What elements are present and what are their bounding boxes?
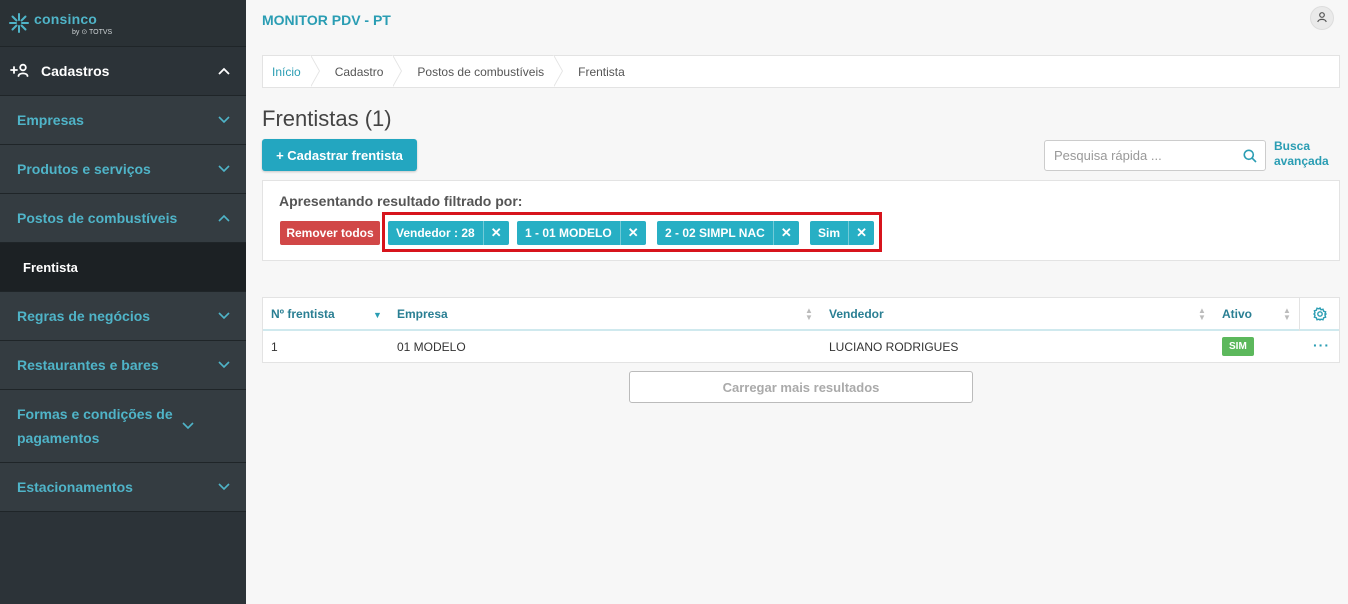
chevron-down-icon [182, 419, 194, 433]
sidebar-item-formas-pagamentos[interactable]: Formas e condições de pagamentos [0, 390, 246, 463]
app-title: MONITOR PDV - PT [262, 12, 391, 28]
filter-title: Apresentando resultado filtrado por: [279, 193, 523, 209]
sidebar-item-restaurantes-bares[interactable]: Restaurantes e bares [0, 341, 246, 390]
column-header-numero[interactable]: Nº frentista [271, 307, 335, 321]
cell-numero: 1 [271, 339, 278, 354]
sort-icon[interactable]: ▲ ▼ [805, 307, 813, 322]
sidebar-section-cadastros[interactable]: Cadastros [0, 47, 246, 96]
chevron-down-icon [218, 113, 230, 127]
advanced-search-link[interactable]: Busca avançada [1274, 139, 1334, 169]
sidebar-item-estacionamentos[interactable]: Estacionamentos [0, 463, 246, 512]
page-title: Frentistas (1) [262, 106, 392, 131]
cell-empresa: 01 MODELO [397, 339, 466, 354]
sidebar-section-label: Cadastros [41, 63, 110, 79]
sort-icon[interactable]: ▲ ▼ [1198, 307, 1206, 322]
sidebar-subitem-label: Frentista [23, 259, 78, 275]
quick-search [1044, 140, 1266, 171]
column-header-empresa[interactable]: Empresa [397, 307, 448, 321]
chevron-down-icon [218, 309, 230, 323]
sidebar-item-postos-combustiveis[interactable]: Postos de combustíveis [0, 194, 246, 243]
breadcrumb: Início Cadastro Postos de combustíveis F… [262, 55, 1340, 88]
close-icon[interactable]: ✕ [848, 221, 874, 245]
chevron-down-icon [218, 162, 230, 176]
filter-chip-empresa-2: 2 - 02 SIMPL NAC ✕ [657, 221, 799, 245]
search-input[interactable] [1054, 148, 1235, 163]
sidebar-item-empresas[interactable]: Empresas [0, 96, 246, 145]
close-icon[interactable]: ✕ [772, 221, 799, 245]
sort-icon[interactable]: ▲ ▼ [1283, 307, 1291, 322]
row-actions-button[interactable]: ··· [1313, 337, 1330, 353]
remove-all-filters-button[interactable]: Remover todos [280, 221, 380, 245]
chevron-up-icon [218, 211, 230, 225]
add-user-icon [10, 63, 34, 80]
close-icon[interactable]: ✕ [619, 221, 646, 245]
breadcrumb-separator [309, 55, 325, 88]
sort-desc-icon[interactable]: ▼ [373, 310, 382, 320]
main-content: MONITOR PDV - PT Início Cadastro Postos … [246, 0, 1348, 604]
table-row[interactable]: 1 01 MODELO LUCIANO RODRIGUES SIM ··· [263, 331, 1339, 362]
sidebar-item-label: Estacionamentos [17, 479, 133, 495]
chevron-down-icon [218, 358, 230, 372]
sidebar-item-label: Empresas [17, 112, 84, 128]
load-more-button[interactable]: Carregar mais resultados [629, 371, 973, 403]
filter-chip-label: 2 - 02 SIMPL NAC [665, 226, 765, 240]
breadcrumb-separator [392, 55, 407, 88]
status-badge: SIM [1222, 337, 1254, 356]
filter-panel: Apresentando resultado filtrado por: Rem… [262, 180, 1340, 261]
search-icon[interactable] [1235, 149, 1265, 163]
brand-logo[interactable]: consinco by ⊙ TOTVS [0, 0, 246, 47]
brand-name: consinco [34, 10, 98, 27]
sidebar-item-produtos-servicos[interactable]: Produtos e serviços [0, 145, 246, 194]
filter-chip-label: Sim [818, 226, 841, 240]
filter-chip-vendedor: Vendedor : 28 ✕ [388, 221, 509, 245]
brand-by: by ⊙ TOTVS [72, 28, 113, 36]
filter-chip-label: 1 - 01 MODELO [525, 226, 612, 240]
sidebar-subitem-frentista[interactable]: Frentista [0, 243, 246, 292]
column-header-ativo[interactable]: Ativo [1222, 307, 1252, 321]
sidebar: consinco by ⊙ TOTVS Cadastros Empresas P… [0, 0, 246, 604]
sidebar-item-regras-negocios[interactable]: Regras de negócios [0, 292, 246, 341]
gear-icon[interactable] [1313, 306, 1328, 324]
filter-chip-label: Vendedor : 28 [396, 226, 475, 240]
table-header: Nº frentista ▼ Empresa ▲ ▼ Vendedor ▲ ▼ At… [263, 298, 1339, 331]
results-table: Nº frentista ▼ Empresa ▲ ▼ Vendedor ▲ ▼ At… [262, 297, 1340, 363]
top-bar: MONITOR PDV - PT [246, 0, 1348, 40]
filter-chip-ativo: Sim ✕ [810, 221, 875, 245]
user-icon [1316, 11, 1328, 26]
breadcrumb-frentista: Frentista [578, 64, 625, 79]
breadcrumb-cadastro[interactable]: Cadastro [325, 55, 398, 88]
add-frentista-button[interactable]: + Cadastrar frentista [262, 139, 417, 171]
sidebar-item-label: Formas e condições de pagamentos [17, 406, 173, 446]
chevron-down-icon [218, 480, 230, 494]
breadcrumb-postos[interactable]: Postos de combustíveis [407, 55, 558, 88]
user-menu-button[interactable] [1310, 6, 1334, 30]
chevron-up-icon [218, 64, 230, 78]
sidebar-item-label: Postos de combustíveis [17, 210, 178, 226]
sidebar-item-label: Regras de negócios [17, 308, 151, 324]
sidebar-item-label: Produtos e serviços [17, 161, 151, 177]
filter-chip-empresa-1: 1 - 01 MODELO ✕ [517, 221, 646, 245]
sidebar-item-label: Restaurantes e bares [17, 357, 159, 373]
close-icon[interactable]: ✕ [482, 221, 509, 245]
breadcrumb-separator [553, 55, 568, 88]
column-header-vendedor[interactable]: Vendedor [829, 307, 884, 321]
consinco-logo-icon [8, 12, 30, 34]
column-divider [1299, 298, 1300, 331]
cell-vendedor: LUCIANO RODRIGUES [829, 339, 959, 354]
breadcrumb-inicio[interactable]: Início [263, 55, 315, 88]
